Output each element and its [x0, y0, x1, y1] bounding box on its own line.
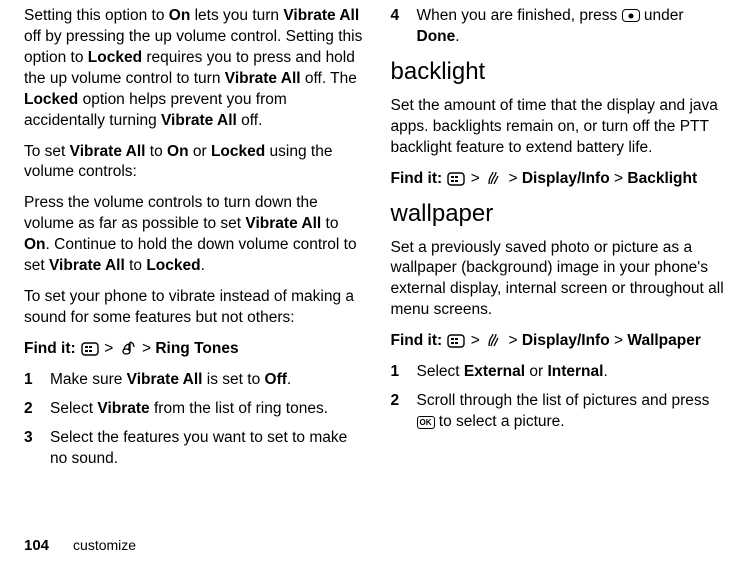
text: lets you turn — [190, 7, 283, 24]
menu-ring-tones: Ring Tones — [155, 340, 238, 357]
menu-display-info: Display/Info — [522, 332, 610, 349]
text: to — [125, 257, 147, 274]
find-it-backlight: Find it: > > Display/Info > Backlight — [391, 169, 730, 190]
heading-backlight: backlight — [391, 58, 730, 86]
settings-icon — [485, 332, 503, 348]
menu-key-icon — [447, 172, 465, 186]
term-locked: Locked — [146, 257, 200, 274]
term-vibrate-all: Vibrate All — [283, 7, 359, 24]
step-2: 2 Select Vibrate from the list of ring t… — [24, 399, 363, 420]
menu-display-info: Display/Info — [522, 170, 610, 187]
step-text: Select Vibrate from the list of ring ton… — [50, 399, 363, 420]
term-vibrate: Vibrate — [97, 400, 149, 417]
separator: > — [508, 170, 517, 187]
done-step: 4 When you are finished, press under Don… — [391, 6, 730, 48]
term-external: External — [464, 363, 525, 380]
step-number: 2 — [24, 399, 50, 420]
text: to — [321, 215, 338, 232]
term-on: On — [24, 236, 46, 253]
set-vibrate-paragraph: To set Vibrate All to On or Locked using… — [24, 142, 363, 184]
term-on: On — [167, 143, 189, 160]
step-3: 3 Select the features you want to set to… — [24, 428, 363, 470]
separator: > — [142, 340, 151, 357]
separator: > — [614, 332, 623, 349]
step-text: Scroll through the list of pictures and … — [417, 391, 730, 433]
step-number: 1 — [24, 370, 50, 391]
step-number: 2 — [391, 391, 417, 433]
find-it-label: Find it: — [391, 170, 443, 187]
find-it-label: Find it: — [24, 340, 76, 357]
find-it-label: Find it: — [391, 332, 443, 349]
left-column: Setting this option to On lets you turn … — [24, 6, 363, 480]
text: Setting this option to — [24, 7, 169, 24]
volume-controls-paragraph: Press the volume controls to turn down t… — [24, 193, 363, 277]
menu-key-icon — [81, 342, 99, 356]
step-2: 2 Scroll through the list of pictures an… — [391, 391, 730, 433]
term-vibrate-all: Vibrate All — [127, 371, 203, 388]
section-name: customize — [73, 537, 136, 553]
separator: > — [471, 332, 480, 349]
step-number: 4 — [391, 6, 417, 48]
text: to — [145, 143, 167, 160]
ringtones-steps: 1 Make sure Vibrate All is set to Off. 2… — [24, 370, 363, 470]
step-text: When you are finished, press under Done. — [417, 6, 730, 48]
menu-key-icon — [447, 334, 465, 348]
find-it-wallpaper: Find it: > > Display/Info > Wallpaper — [391, 331, 730, 352]
text: To set — [24, 143, 70, 160]
text: or — [189, 143, 211, 160]
softkey-icon — [622, 9, 640, 22]
term-locked: Locked — [88, 49, 142, 66]
step-number: 3 — [24, 428, 50, 470]
step-text: Select the features you want to set to m… — [50, 428, 363, 470]
term-vibrate-all: Vibrate All — [161, 112, 237, 129]
term-done: Done — [417, 28, 456, 45]
separator: > — [471, 170, 480, 187]
page-footer: 104 customize — [24, 537, 136, 554]
wallpaper-paragraph: Set a previously saved photo or picture … — [391, 238, 730, 322]
step-1: 1 Select External or Internal. — [391, 362, 730, 383]
vibrate-option-paragraph: Setting this option to On lets you turn … — [24, 6, 363, 132]
backlight-paragraph: Set the amount of time that the display … — [391, 96, 730, 159]
step-text: Make sure Vibrate All is set to Off. — [50, 370, 363, 391]
step-number: 1 — [391, 362, 417, 383]
ringtones-icon — [119, 340, 137, 356]
find-it-ringtones: Find it: > > Ring Tones — [24, 339, 363, 360]
step-text: Select External or Internal. — [417, 362, 730, 383]
heading-wallpaper: wallpaper — [391, 200, 730, 228]
term-locked: Locked — [24, 91, 78, 108]
menu-backlight: Backlight — [627, 170, 697, 187]
wallpaper-steps: 1 Select External or Internal. 2 Scroll … — [391, 362, 730, 433]
term-vibrate-all: Vibrate All — [245, 215, 321, 232]
term-vibrate-all: Vibrate All — [49, 257, 125, 274]
right-column: 4 When you are finished, press under Don… — [391, 6, 730, 480]
separator: > — [614, 170, 623, 187]
text: off. — [237, 112, 263, 129]
term-off: Off — [265, 371, 287, 388]
step-4: 4 When you are finished, press under Don… — [391, 6, 730, 48]
term-locked: Locked — [211, 143, 265, 160]
settings-icon — [485, 170, 503, 186]
term-vibrate-all: Vibrate All — [70, 143, 146, 160]
text: off. The — [301, 70, 357, 87]
page-number: 104 — [24, 537, 49, 554]
step-1: 1 Make sure Vibrate All is set to Off. — [24, 370, 363, 391]
term-on: On — [169, 7, 191, 24]
separator: > — [508, 332, 517, 349]
separator: > — [104, 340, 113, 357]
text: . — [201, 257, 205, 274]
some-features-paragraph: To set your phone to vibrate instead of … — [24, 287, 363, 329]
term-vibrate-all: Vibrate All — [225, 70, 301, 87]
term-internal: Internal — [547, 363, 603, 380]
menu-wallpaper: Wallpaper — [627, 332, 701, 349]
ok-key-icon: OK — [417, 416, 435, 429]
